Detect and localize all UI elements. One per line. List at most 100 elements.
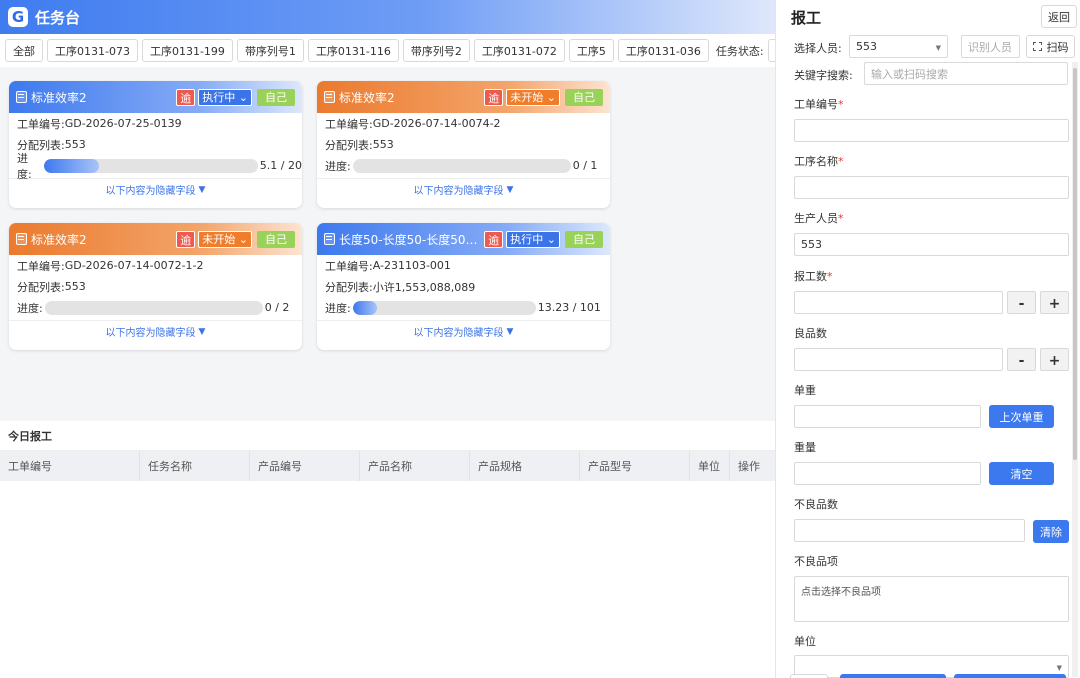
task-card-header: 标准效率2 逾 执行中 ⌄ 自己 [9, 81, 302, 113]
last-unit-weight-button[interactable]: 上次单重 [989, 405, 1054, 428]
today-report-panel: 今日报工 工单编号 任务名称 产品编号 产品名称 产品规格 产品型号 单位 操作 [0, 421, 775, 678]
footer-button[interactable] [790, 674, 828, 678]
triangle-down-icon: ▼ [198, 184, 206, 195]
today-report-table-header: 工单编号 任务名称 产品编号 产品名称 产品规格 产品型号 单位 操作 [0, 451, 775, 481]
task-status-label: 任务状态: [715, 44, 764, 58]
task-card[interactable]: 标准效率2 逾 未开始 ⌄ 自己 工单编号: GD-2026-07-14-007… [9, 223, 302, 350]
tab-process[interactable]: 工序0131-036 [617, 39, 709, 62]
good-qty-increment[interactable]: + [1040, 348, 1069, 371]
scrollbar-thumb[interactable] [1073, 68, 1077, 460]
task-status-dropdown[interactable]: 执行中 ⌄ [198, 88, 252, 106]
hidden-fields-toggle[interactable]: 以下内容为隐藏字段 ▼ [9, 178, 302, 200]
scan-button[interactable]: 扫码 [1026, 35, 1075, 58]
progress-text: 5.1 / 20 [259, 159, 302, 172]
back-button[interactable]: 返回 [1041, 5, 1077, 28]
task-card-header: 长度50-长度50-长度50-长… 逾 执行中 ⌄ 自己 [317, 223, 610, 255]
owner-badge[interactable]: 自己 [257, 230, 295, 248]
progress-row: 进度: 5.1 / 20 [9, 152, 302, 181]
hidden-fields-toggle[interactable]: 以下内容为隐藏字段 ▼ [9, 320, 302, 342]
report-qty-field[interactable] [794, 291, 1003, 314]
column-header: 产品型号 [580, 451, 690, 481]
good-qty-decrement[interactable]: - [1007, 348, 1036, 371]
progress-bar [44, 158, 258, 173]
process-name-field[interactable] [794, 176, 1069, 199]
column-header: 操作 [738, 460, 760, 473]
tab-process[interactable]: 工序5 [568, 39, 614, 62]
weight-field[interactable] [794, 462, 981, 485]
clear-weight-button[interactable]: 清空 [989, 462, 1054, 485]
good-qty-field[interactable] [794, 348, 1003, 371]
order-no-label: 工单编号: [17, 259, 65, 273]
progress-text: 13.23 / 101 [537, 301, 601, 314]
caret-down-icon: ▼ [1056, 664, 1062, 672]
owner-badge[interactable]: 自己 [565, 88, 603, 106]
tab-all[interactable]: 全部 [5, 39, 43, 62]
column-header: 产品编号 [250, 451, 360, 481]
progress-label: 进度: [17, 151, 32, 181]
tab-process[interactable]: 工序0131-072 [473, 39, 565, 62]
app-title: 任务台 [35, 8, 81, 27]
order-no-label: 工单编号: [325, 259, 373, 273]
column-header: 任务名称 [140, 451, 250, 481]
report-qty-label: 报工数* [794, 270, 833, 283]
task-card[interactable]: 标准效率2 逾 未开始 ⌄ 自己 工单编号: GD-2026-07-14-007… [317, 81, 610, 208]
task-card[interactable]: 长度50-长度50-长度50-长… 逾 执行中 ⌄ 自己 工单编号: A-231… [317, 223, 610, 350]
bad-qty-field[interactable] [794, 519, 1025, 542]
order-no-value: GD-2026-07-14-0074-2 [372, 117, 501, 130]
footer-button[interactable] [954, 674, 1066, 678]
bad-items-label: 不良品项 [794, 555, 838, 568]
app-root: G 任务台 全部 工序0131-073 工序0131-199 带序列号1 工序0… [0, 0, 1080, 678]
person-select[interactable]: 553 ▼ [849, 35, 948, 58]
unit-weight-field[interactable] [794, 405, 981, 428]
tab-process[interactable]: 带序列号1 [236, 39, 304, 62]
document-icon [16, 233, 27, 245]
worker-field[interactable]: 553 [794, 233, 1069, 256]
progress-row: 进度: 0 / 2 [9, 297, 302, 318]
bad-items-picker[interactable]: 点击选择不良品项 [794, 576, 1069, 622]
owner-badge[interactable]: 自己 [257, 88, 295, 106]
progress-text: 0 / 1 [572, 159, 598, 172]
caret-down-icon: ▼ [935, 44, 941, 52]
footer-button[interactable] [840, 674, 946, 678]
clear-bad-qty-button[interactable]: 清除 [1033, 520, 1069, 543]
task-card-title: 标准效率2 [31, 90, 87, 105]
chevron-down-icon: ⌄ [543, 232, 556, 246]
report-qty-increment[interactable]: + [1040, 291, 1069, 314]
order-no-field-label: 工单编号* [794, 98, 844, 111]
chevron-down-icon: ⌄ [235, 232, 248, 246]
keyword-search-input[interactable]: 输入或扫码搜索 [864, 62, 1068, 85]
task-card[interactable]: 标准效率2 逾 执行中 ⌄ 自己 工单编号: GD-2026-07-25-013… [9, 81, 302, 208]
task-status-dropdown[interactable]: 未开始 ⌄ [506, 88, 560, 106]
task-card-area: 标准效率2 逾 执行中 ⌄ 自己 工单编号: GD-2026-07-25-013… [0, 67, 775, 419]
report-qty-decrement[interactable]: - [1007, 291, 1036, 314]
owner-badge[interactable]: 自己 [565, 230, 603, 248]
tab-process[interactable]: 工序0131-116 [307, 39, 399, 62]
task-card-header: 标准效率2 逾 未开始 ⌄ 自己 [9, 223, 302, 255]
assign-row: 分配列表: 553 [317, 134, 610, 155]
report-panel: 报工 返回 选择人员: 553 ▼ 识别人员 扫码 关键字搜索: 输入或扫码搜索… [775, 0, 1080, 678]
overdue-badge: 逾 [176, 230, 196, 248]
task-status-dropdown[interactable]: 执行中 ⌄ [506, 230, 560, 248]
task-card-title: 长度50-长度50-长度50-长… [339, 232, 481, 247]
process-name-label: 工序名称* [794, 155, 844, 168]
report-panel-scrollbar[interactable] [1072, 62, 1078, 677]
task-card-title: 标准效率2 [339, 90, 395, 105]
unit-label: 单位 [794, 635, 816, 648]
identify-person-input[interactable]: 识别人员 [961, 35, 1020, 58]
overdue-badge: 逾 [484, 88, 504, 106]
app-header: G 任务台 [0, 0, 775, 34]
tab-process[interactable]: 工序0131-199 [141, 39, 233, 62]
tab-process[interactable]: 带序列号2 [402, 39, 470, 62]
hidden-fields-toggle[interactable]: 以下内容为隐藏字段 ▼ [317, 320, 610, 342]
column-header: 工单编号 [0, 451, 140, 481]
tab-process[interactable]: 工序0131-073 [47, 39, 138, 62]
hidden-fields-toggle[interactable]: 以下内容为隐藏字段 ▼ [317, 178, 610, 200]
task-card-header: 标准效率2 逾 未开始 ⌄ 自己 [317, 81, 610, 113]
column-header: 产品规格 [470, 451, 580, 481]
assign-row: 分配列表: 553 [9, 276, 302, 297]
order-no-field[interactable] [794, 119, 1069, 142]
order-no-row: 工单编号: GD-2026-07-14-0072-1-2 [9, 255, 302, 276]
assign-row: 分配列表: 小许1,553,088,089 [317, 276, 610, 297]
task-status-dropdown[interactable]: 未开始 ⌄ [198, 230, 252, 248]
assign-value: 553 [64, 138, 86, 151]
